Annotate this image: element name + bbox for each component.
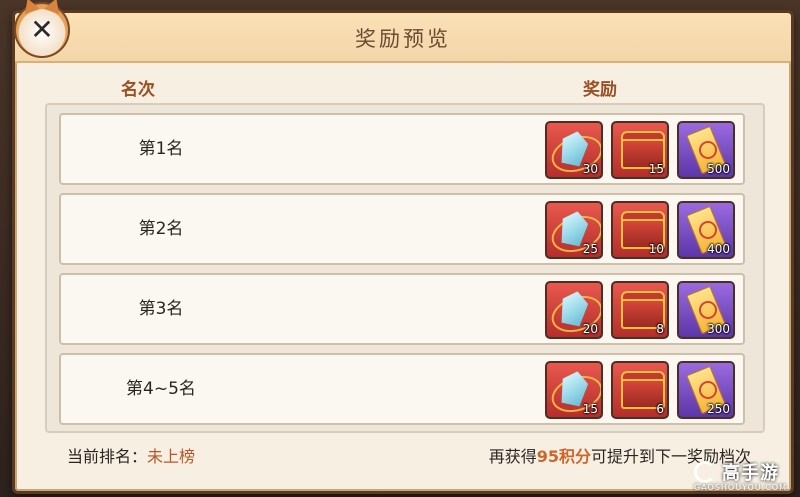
current-rank-info: 当前排名：未上榜 xyxy=(67,443,195,467)
reward-row: 第2名 25 10 400 xyxy=(59,193,745,265)
reward-count: 15 xyxy=(648,162,664,176)
reward-count: 300 xyxy=(707,322,730,336)
reward-count: 500 xyxy=(707,162,730,176)
chest-reward-item[interactable]: 8 xyxy=(611,281,669,339)
column-header-reward: 奖励 xyxy=(583,80,617,100)
reward-count: 400 xyxy=(707,242,730,256)
next-tier-points: 95积分 xyxy=(536,447,591,466)
rank-label: 第1名 xyxy=(138,139,184,159)
chest-reward-item[interactable]: 10 xyxy=(611,201,669,259)
close-button[interactable]: ✕ xyxy=(14,0,70,58)
reward-count: 20 xyxy=(582,322,598,336)
chest-reward-item[interactable]: 6 xyxy=(611,361,669,419)
reward-row: 第1名 30 15 500 xyxy=(59,113,745,185)
reward-preview-dialog: 奖励预览 名次 奖励 第1名 30 15 500 第2名 25 10 400 第… xyxy=(12,10,794,494)
ticket-reward-item[interactable]: 400 xyxy=(677,201,735,259)
g-logo-icon xyxy=(694,461,716,483)
crystal-reward-item[interactable]: 20 xyxy=(545,281,603,339)
dialog-title: 奖励预览 xyxy=(355,27,451,51)
watermark-text: 高手游 xyxy=(722,463,779,484)
rank-label: 第3名 xyxy=(138,299,184,319)
watermark-subtext: GAOSHOUYOU.COM xyxy=(694,483,788,492)
reward-count: 8 xyxy=(656,322,664,336)
crystal-reward-item[interactable]: 25 xyxy=(545,201,603,259)
dialog-title-bar: 奖励预览 xyxy=(15,13,791,63)
reward-count: 30 xyxy=(582,162,598,176)
reward-row: 第3名 20 8 300 xyxy=(59,273,745,345)
reward-count: 10 xyxy=(648,242,664,256)
ticket-reward-item[interactable]: 250 xyxy=(677,361,735,419)
reward-list[interactable]: 第1名 30 15 500 第2名 25 10 400 第3名 20 8 300… xyxy=(45,103,765,433)
ticket-reward-item[interactable]: 300 xyxy=(677,281,735,339)
rank-label: 第2名 xyxy=(138,219,184,239)
next-tier-prefix: 再获得 xyxy=(488,447,537,466)
reward-count: 6 xyxy=(656,402,664,416)
chest-reward-item[interactable]: 15 xyxy=(611,121,669,179)
crystal-reward-item[interactable]: 30 xyxy=(545,121,603,179)
reward-row: 第4~5名 15 6 250 xyxy=(59,353,745,425)
rank-label: 第4~5名 xyxy=(126,379,196,399)
close-icon: ✕ xyxy=(30,13,54,46)
current-rank-label: 当前排名： xyxy=(67,447,148,466)
reward-count: 15 xyxy=(582,402,598,416)
crystal-reward-item[interactable]: 15 xyxy=(545,361,603,419)
ticket-reward-item[interactable]: 500 xyxy=(677,121,735,179)
watermark-logo: 高手游 GAOSHOUYOU.COM xyxy=(694,457,794,493)
column-header-rank: 名次 xyxy=(121,80,155,100)
reward-count: 250 xyxy=(707,402,730,416)
current-rank-value: 未上榜 xyxy=(147,447,196,466)
reward-count: 25 xyxy=(582,242,598,256)
